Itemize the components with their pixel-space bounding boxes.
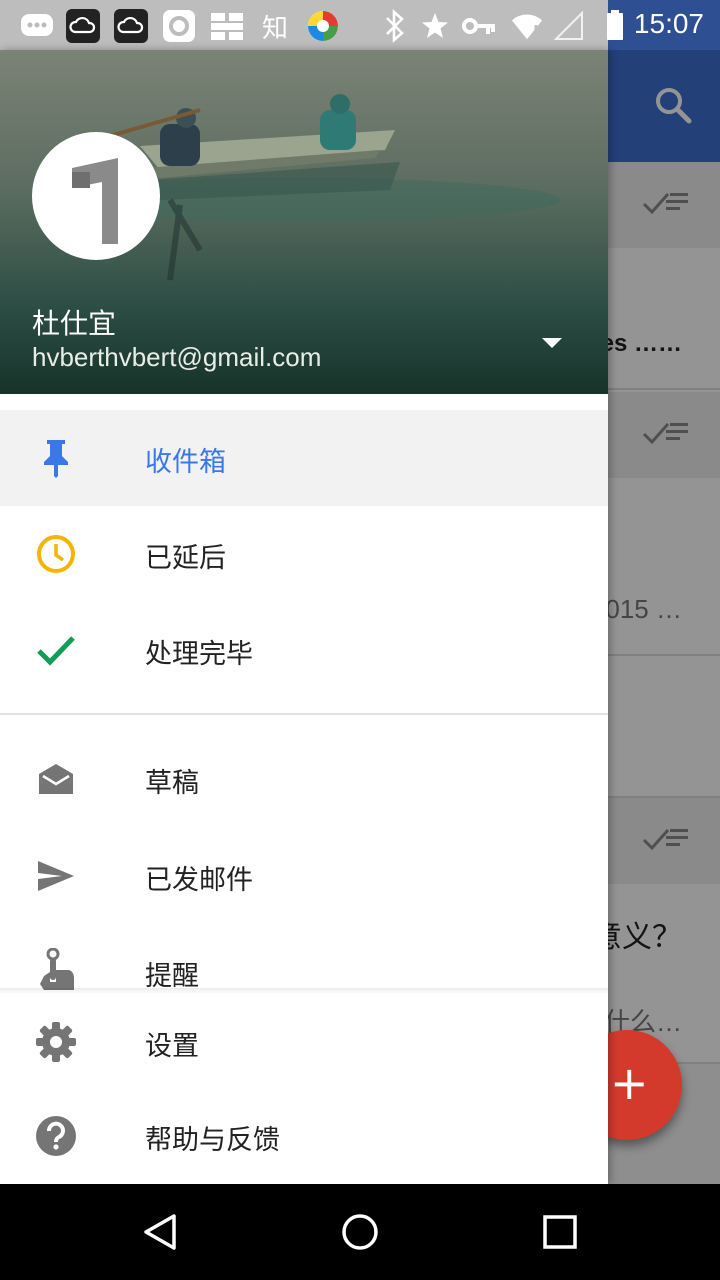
- nav-label: 草稿: [145, 768, 199, 799]
- draft-icon: [32, 755, 80, 803]
- signal-icon: [552, 9, 586, 43]
- account-switch-dropdown[interactable]: [538, 332, 566, 352]
- help-icon: [32, 1112, 80, 1160]
- gear-icon: [32, 1018, 80, 1066]
- account-header[interactable]: 杜仕宜 hvberthvbert@gmail.com: [0, 50, 608, 394]
- nav-label: 收件箱: [145, 447, 226, 478]
- navigation-drawer: 杜仕宜 hvberthvbert@gmail.com 收件箱 已延后 处理完毕 …: [0, 50, 608, 1184]
- reminder-icon: [32, 948, 80, 990]
- nav-item-inbox[interactable]: 收件箱: [0, 410, 608, 506]
- avatar[interactable]: [32, 132, 160, 260]
- nav-item-done[interactable]: 处理完毕: [0, 602, 608, 698]
- app-icon: [210, 9, 244, 43]
- back-button[interactable]: [136, 1208, 184, 1256]
- clock-time: 15:07: [633, 8, 704, 39]
- cloud-icon: [66, 9, 100, 43]
- battery-icon: [598, 8, 632, 42]
- account-email: hvberthvbert@gmail.com: [32, 342, 322, 372]
- nav-item-reminders[interactable]: 提醒: [0, 924, 608, 990]
- star-icon: [418, 9, 452, 43]
- app-icon: [162, 9, 196, 43]
- nav-label: 设置: [145, 1031, 199, 1062]
- nav-item-settings[interactable]: 设置: [0, 994, 608, 1090]
- status-bar: 知 15:07: [0, 0, 720, 50]
- zhihu-icon: 知: [261, 13, 288, 44]
- caret-down-icon: [542, 338, 562, 348]
- home-button[interactable]: [336, 1208, 384, 1256]
- back-icon: [144, 1214, 176, 1250]
- send-icon: [32, 852, 80, 900]
- plus-icon: +: [610, 1056, 649, 1110]
- nav-item-snoozed[interactable]: 已延后: [0, 506, 608, 602]
- system-navigation-bar: [0, 1184, 720, 1280]
- wifi-icon: [510, 9, 544, 43]
- nav-item-sent[interactable]: 已发邮件: [0, 828, 608, 924]
- cloud-icon: [114, 9, 148, 43]
- status-bar-right: 15:07: [607, 0, 720, 50]
- nav-label: 已发邮件: [145, 865, 253, 896]
- account-name: 杜仕宜: [32, 307, 117, 340]
- nav-item-help-feedback[interactable]: 帮助与反馈: [0, 1088, 608, 1184]
- home-icon: [342, 1214, 378, 1250]
- messenger-icon: [20, 9, 54, 43]
- nav-label: 处理完毕: [145, 639, 253, 670]
- check-icon: [32, 626, 80, 674]
- app-icon: [306, 9, 340, 43]
- nav-item-drafts[interactable]: 草稿: [0, 731, 608, 827]
- key-icon: [462, 9, 496, 43]
- status-bar-scrimmed-area: 知: [0, 0, 608, 50]
- recents-icon: [543, 1215, 577, 1249]
- pin-icon: [32, 434, 80, 482]
- divider: [0, 713, 608, 715]
- nav-label: 帮助与反馈: [145, 1125, 280, 1156]
- nav-label: 提醒: [145, 961, 199, 990]
- recents-button[interactable]: [536, 1208, 584, 1256]
- nav-label: 已延后: [145, 543, 226, 574]
- clock-icon: [32, 530, 80, 578]
- bluetooth-icon: [378, 9, 412, 43]
